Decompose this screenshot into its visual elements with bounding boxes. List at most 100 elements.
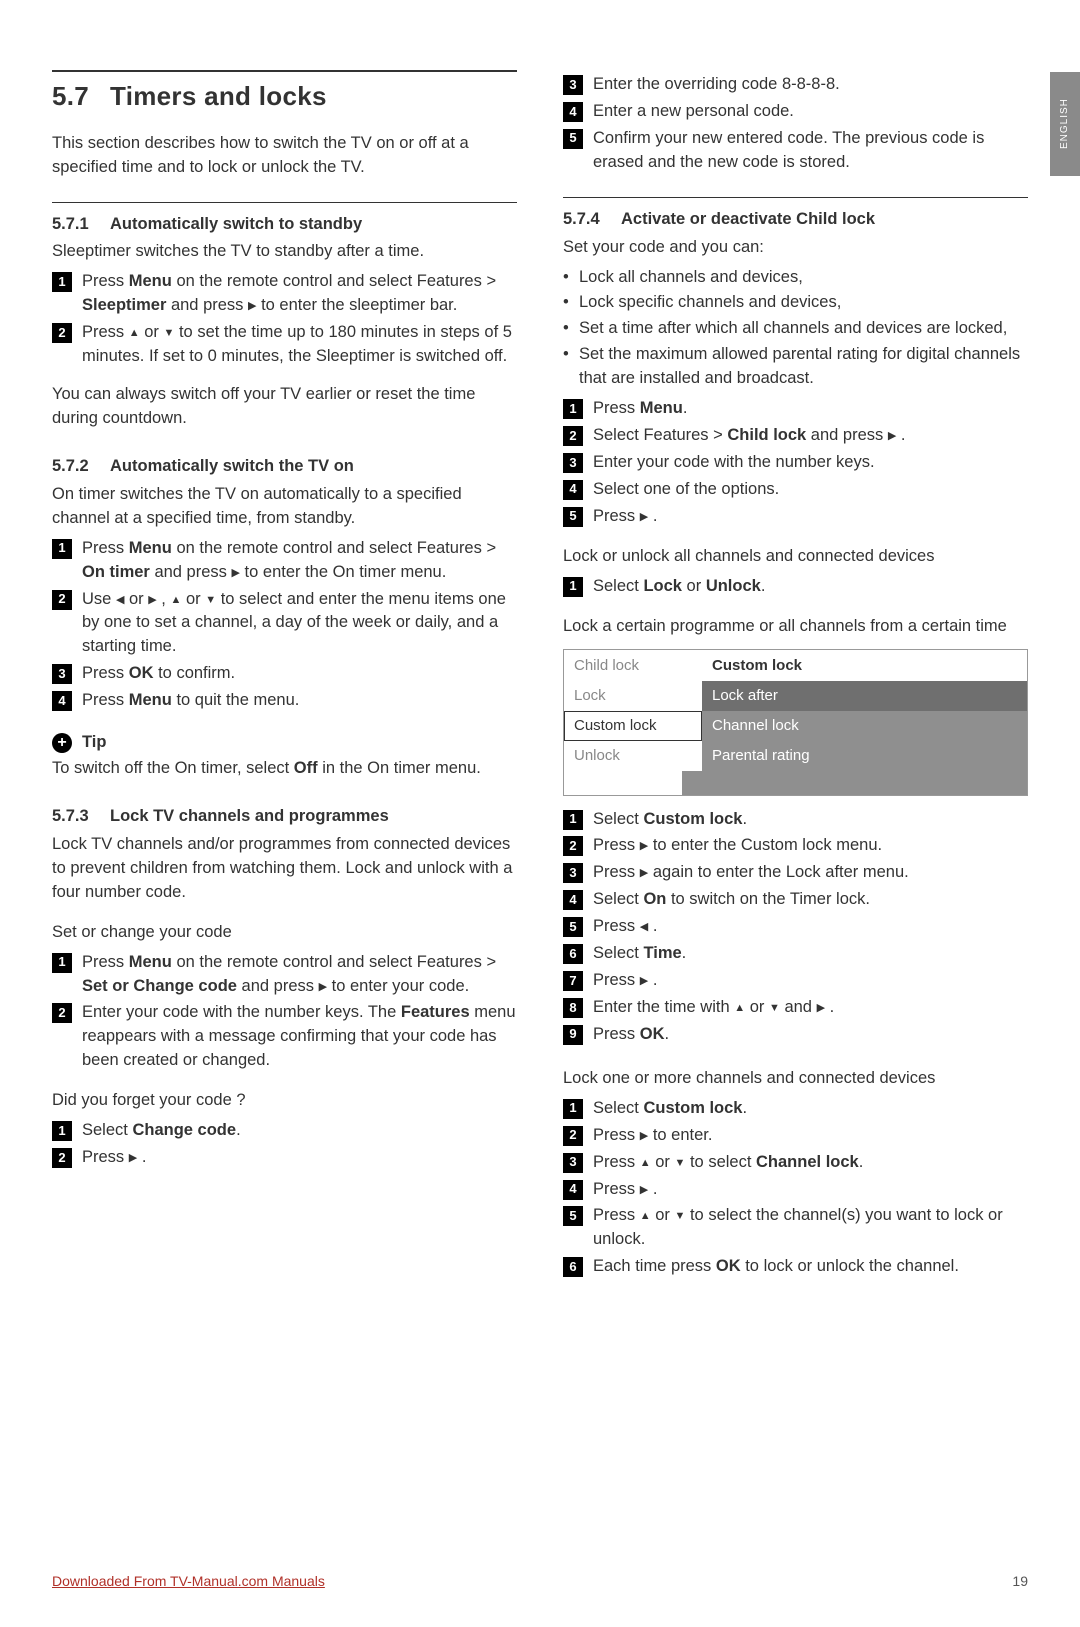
step-text: Select On to switch on the Timer lock. <box>593 888 1028 912</box>
steps-set-code: 1 Press Menu on the remote control and se… <box>52 951 517 1074</box>
step-text: Press OK. <box>593 1023 1028 1047</box>
step-text: Select Features > Child lock and press ▶… <box>593 424 1028 448</box>
step-badge: 3 <box>563 1153 583 1173</box>
step-badge: 3 <box>563 453 583 473</box>
step-badge: 2 <box>52 1148 72 1168</box>
step: 4Enter a new personal code. <box>563 100 1028 124</box>
steps-forgot-code: 1 Select Change code. 2 Press ▶ . <box>52 1119 517 1170</box>
footer-download-link[interactable]: Downloaded From TV-Manual.com Manuals <box>52 1571 325 1591</box>
step: 1 Press Menu on the remote control and se… <box>52 951 517 999</box>
menu-row: LockLock after <box>564 681 1027 711</box>
step: 5 Press ▶ . <box>563 505 1028 529</box>
menu-row: Custom lockChannel lock <box>564 711 1027 741</box>
step: 6Each time press OK to lock or unlock th… <box>563 1255 1028 1279</box>
step: 1 Select Change code. <box>52 1119 517 1143</box>
step: 4Press ▶ . <box>563 1178 1028 1202</box>
step: 1Press Menu. <box>563 397 1028 421</box>
step-text: Select Change code. <box>82 1119 517 1143</box>
subheading-572: 5.7.2Automatically switch the TV on <box>52 455 517 479</box>
step-text: Select Lock or Unlock. <box>593 575 1028 599</box>
step-badge: 3 <box>563 75 583 95</box>
step-text: Select one of the options. <box>593 478 1028 502</box>
steps-574: 1Press Menu. 2 Select Features > Child loc… <box>563 397 1028 529</box>
step: 8Enter the time with ▲ or ▼ and ▶ . <box>563 996 1028 1020</box>
step-text: Press Menu on the remote control and sel… <box>82 951 517 999</box>
step-badge: 1 <box>563 577 583 597</box>
tip-heading: + Tip <box>52 731 517 755</box>
bullet-item: Set a time after which all channels and … <box>563 317 1028 341</box>
step: 3Press OK to confirm. <box>52 662 517 686</box>
step: 2Use ◀ or ▶ , ▲ or ▼ to select and enter… <box>52 588 517 660</box>
step-text: Press ▶ to enter. <box>593 1124 1028 1148</box>
heading-lock-channels: Lock one or more channels and connected … <box>563 1067 1028 1091</box>
bullets-574: Lock all channels and devices,Lock speci… <box>563 266 1028 392</box>
step-badge: 2 <box>52 323 72 343</box>
step-text: Press Menu to quit the menu. <box>82 689 517 713</box>
step-text: Press ▶ . <box>593 505 1028 529</box>
menu-left-title: Child lock <box>564 650 702 682</box>
step: 3 Enter the overriding code 8-8-8-8. <box>563 73 1028 97</box>
page-footer: Downloaded From TV-Manual.com Manuals 19 <box>52 1571 1028 1591</box>
step-text: Press ▶ to enter the Custom lock menu. <box>593 834 1028 858</box>
step-badge: 4 <box>563 480 583 500</box>
lead-573: Lock TV channels and/or programmes from … <box>52 833 517 905</box>
step-badge: 1 <box>563 810 583 830</box>
step-badge: 1 <box>52 539 72 559</box>
step: 5Press ◀ . <box>563 915 1028 939</box>
step-text: Confirm your new entered code. The previ… <box>593 127 1028 175</box>
heading-forgot-code: Did you forget your code ? <box>52 1089 517 1113</box>
right-column: 3Enter the overriding code 8-8-8-8.4Ente… <box>563 70 1028 1282</box>
bullet-item: Lock specific channels and devices, <box>563 291 1028 315</box>
steps-lock-channels: 1Select Custom lock. 2 Press ▶ to enter. 3P… <box>563 1097 1028 1279</box>
step: 5 Confirm your new entered code. The prev… <box>563 127 1028 175</box>
step-badge: 4 <box>52 691 72 711</box>
step: 9Press OK. <box>563 1023 1028 1047</box>
manual-page: ENGLISH 5.7Timers and locks This section… <box>0 0 1080 1627</box>
step: 2 Press ▶ . <box>52 1146 517 1170</box>
subheading-571: 5.7.1Automatically switch to standby <box>52 213 517 237</box>
steps-lock-all: 1 Select Lock or Unlock. <box>563 575 1028 599</box>
section-intro: This section describes how to switch the… <box>52 132 517 180</box>
step-badge: 2 <box>563 1126 583 1146</box>
step-text: Press OK to confirm. <box>82 662 517 686</box>
step-badge: 5 <box>563 917 583 937</box>
step: 5Press ▲ or ▼ to select the channel(s) y… <box>563 1204 1028 1252</box>
step-badge: 5 <box>563 1206 583 1226</box>
steps-571: 1Press Menu on the remote control and se… <box>52 270 517 369</box>
step-badge: 1 <box>52 953 72 973</box>
step: 1Press Menu on the remote control and se… <box>52 270 517 318</box>
tip-body: To switch off the On timer, select Off i… <box>52 757 517 781</box>
heading-lock-all: Lock or unlock all channels and connecte… <box>563 545 1028 569</box>
step-text: Enter the time with ▲ or ▼ and ▶ . <box>593 996 1028 1020</box>
page-number: 19 <box>1012 1571 1028 1591</box>
step-badge: 1 <box>52 1121 72 1141</box>
step-text: Press ▲ or ▼ to select Channel lock. <box>593 1151 1028 1175</box>
step-text: Press ▶ . <box>82 1146 517 1170</box>
lead-572: On timer switches the TV on automaticall… <box>52 483 517 531</box>
step-badge: 2 <box>52 1003 72 1023</box>
step: 6Select Time. <box>563 942 1028 966</box>
menu-left-cell: Lock <box>564 681 702 711</box>
section-heading: 5.7Timers and locks <box>52 78 517 116</box>
step-badge: 5 <box>563 129 583 149</box>
left-column: 5.7Timers and locks This section describ… <box>52 70 517 1282</box>
menu-right-cell: Channel lock <box>702 711 1027 741</box>
menu-left-cell: Unlock <box>564 741 702 771</box>
step: 1Select Custom lock. <box>563 1097 1028 1121</box>
subheading-574: 5.7.4Activate or deactivate Child lock <box>563 208 1028 232</box>
step-text: Press Menu on the remote control and sel… <box>82 270 517 318</box>
step: 4 Press Menu to quit the menu. <box>52 689 517 713</box>
step-text: Press ▶ again to enter the Lock after me… <box>593 861 1028 885</box>
step-text: Each time press OK to lock or unlock the… <box>593 1255 1028 1279</box>
step-text: Press ▶ . <box>593 1178 1028 1202</box>
step-text: Enter the overriding code 8-8-8-8. <box>593 73 1028 97</box>
menu-right-title: Custom lock <box>702 650 1027 682</box>
step: 2 Press ▶ to enter. <box>563 1124 1028 1148</box>
step-badge: 5 <box>563 507 583 527</box>
step-badge: 1 <box>563 399 583 419</box>
step-badge: 2 <box>563 836 583 856</box>
step: 2Press ▲ or ▼ to set the time up to 180 … <box>52 321 517 369</box>
step-badge: 2 <box>563 426 583 446</box>
menu-row: UnlockParental rating <box>564 741 1027 771</box>
step-badge: 4 <box>563 102 583 122</box>
